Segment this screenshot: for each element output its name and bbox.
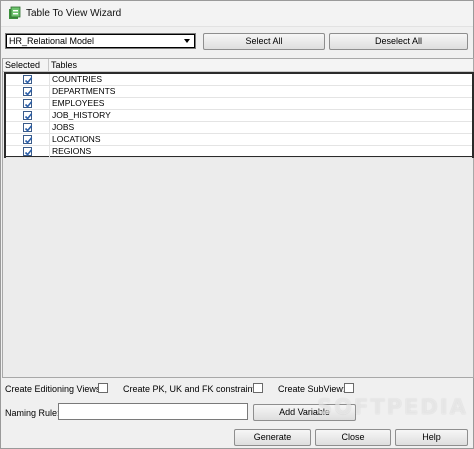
table-row[interactable]: REGIONS	[6, 146, 472, 158]
row-selected-cell	[6, 74, 50, 86]
naming-rule-label: Naming Rule:	[5, 408, 60, 418]
row-selected-cell	[6, 86, 50, 98]
model-dropdown[interactable]: HR_Relational Model	[5, 33, 196, 49]
row-table-name: COUNTRIES	[52, 74, 103, 84]
editioning-views-checkbox[interactable]	[98, 383, 108, 393]
subview-checkbox[interactable]	[344, 383, 354, 393]
subview-label: Create SubView:	[278, 384, 346, 394]
row-table-name: DEPARTMENTS	[52, 86, 116, 96]
editioning-views-label: Create Editioning Views:	[5, 384, 103, 394]
constraints-label: Create PK, UK and FK constraints:	[123, 384, 263, 394]
row-selected-cell	[6, 134, 50, 146]
table-row[interactable]: JOBS	[6, 122, 472, 134]
checkmark-icon	[24, 113, 33, 120]
deselect-all-button[interactable]: Deselect All	[329, 33, 468, 50]
select-all-button[interactable]: Select All	[203, 33, 325, 50]
row-checkbox[interactable]	[23, 111, 33, 120]
select-all-label: Select All	[245, 36, 283, 46]
window-title: Table To View Wizard	[26, 8, 122, 19]
row-checkbox[interactable]	[23, 135, 33, 144]
grid-header: Selected Tables	[3, 59, 473, 72]
row-checkbox[interactable]	[23, 99, 33, 108]
row-selected-cell	[6, 98, 50, 110]
close-button[interactable]: Close	[315, 429, 391, 446]
row-table-name: LOCATIONS	[52, 134, 101, 144]
title-bar: Table To View Wizard	[1, 1, 473, 27]
row-selected-cell	[6, 122, 50, 134]
help-button[interactable]: Help	[395, 429, 468, 446]
model-dropdown-value: HR_Relational Model	[9, 36, 95, 46]
checkmark-icon	[24, 149, 33, 156]
table-row[interactable]: EMPLOYEES	[6, 98, 472, 110]
deselect-all-label: Deselect All	[374, 36, 423, 46]
tables-grid: Selected Tables COUNTRIES DEPARTMENTS EM…	[2, 58, 474, 378]
table-row[interactable]: COUNTRIES	[6, 74, 472, 86]
table-row[interactable]: JOB_HISTORY	[6, 110, 472, 122]
row-table-name: REGIONS	[52, 146, 92, 156]
row-checkbox[interactable]	[23, 123, 33, 132]
column-header-tables[interactable]: Tables	[50, 59, 350, 72]
table-row[interactable]: LOCATIONS	[6, 134, 472, 146]
row-checkbox[interactable]	[23, 75, 33, 84]
checkmark-icon	[24, 89, 33, 96]
generate-button[interactable]: Generate	[234, 429, 311, 446]
chevron-down-icon	[184, 39, 190, 43]
wizard-app-icon	[9, 6, 21, 19]
table-row[interactable]: DEPARTMENTS	[6, 86, 472, 98]
checkmark-icon	[24, 137, 33, 144]
constraints-checkbox[interactable]	[253, 383, 263, 393]
table-rows: COUNTRIES DEPARTMENTS EMPLOYEES JOB_HIST…	[4, 72, 474, 158]
checkmark-icon	[24, 77, 33, 84]
wizard-window: Table To View Wizard HR_Relational Model…	[0, 0, 474, 449]
checkmark-icon	[24, 101, 33, 108]
generate-label: Generate	[253, 432, 292, 442]
row-selected-cell	[6, 110, 50, 122]
checkmark-icon	[24, 125, 33, 132]
close-label: Close	[341, 432, 365, 442]
softpedia-watermark: SOFTPEDIA	[317, 395, 468, 419]
help-label: Help	[422, 432, 441, 442]
naming-rule-input[interactable]	[58, 403, 248, 420]
row-table-name: JOB_HISTORY	[52, 110, 111, 120]
row-table-name: EMPLOYEES	[52, 98, 105, 108]
row-checkbox[interactable]	[23, 87, 33, 96]
row-selected-cell	[6, 146, 50, 158]
row-checkbox[interactable]	[23, 147, 33, 156]
row-table-name: JOBS	[52, 122, 75, 132]
column-header-selected[interactable]: Selected	[3, 59, 49, 72]
